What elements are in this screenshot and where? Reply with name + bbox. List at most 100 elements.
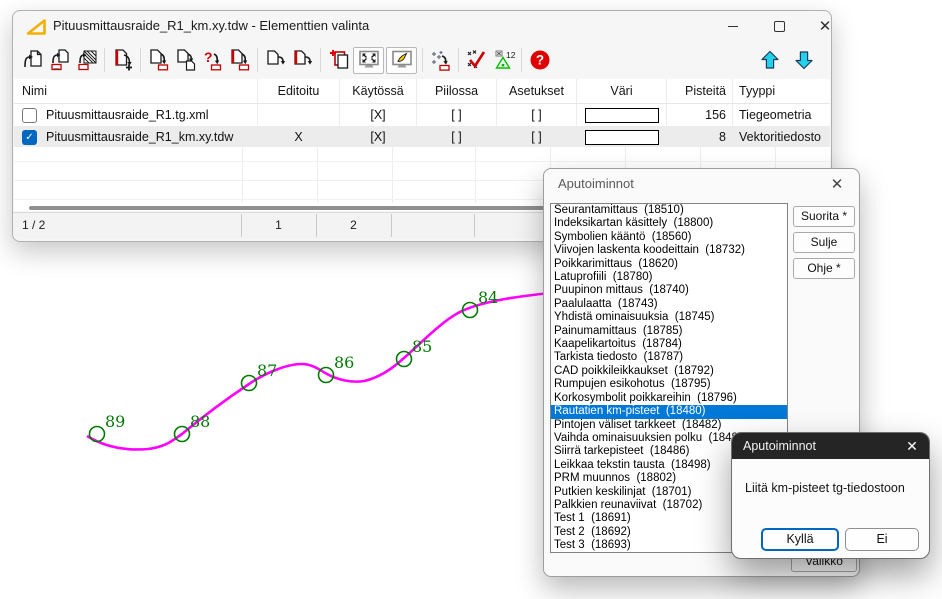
helper-list-item[interactable]: Korkosymbolit poikkareihin (18796) xyxy=(551,392,787,405)
new-file-group-icon[interactable] xyxy=(325,47,352,74)
open-file-icon[interactable] xyxy=(19,47,46,74)
titlebar[interactable]: Pituusmittausraide_R1_km.xy.tdw - Elemen… xyxy=(13,11,831,41)
helper-list-item[interactable]: Puupinon mittaus (18740) xyxy=(551,284,787,297)
maximize-icon xyxy=(774,21,785,32)
color-swatch[interactable] xyxy=(585,130,659,145)
app-logo-icon xyxy=(25,17,47,37)
sulje-button[interactable]: Sulje xyxy=(793,232,855,253)
suorita-button[interactable]: Suorita * xyxy=(793,206,855,227)
km-point-label: 85 xyxy=(412,337,432,356)
open-reference-icon[interactable] xyxy=(73,47,100,74)
toolbar-separator xyxy=(140,48,141,72)
cell-kaytossa[interactable]: [X] xyxy=(340,104,417,126)
dialog-close-button[interactable]: ✕ xyxy=(825,172,849,196)
open-file-element-icon[interactable] xyxy=(46,47,73,74)
table-header[interactable]: Nimi Editoitu Käytössä Piilossa Asetukse… xyxy=(14,79,830,104)
save-file-as-icon[interactable] xyxy=(172,47,199,74)
helper-list-item[interactable]: Rumpujen esikohotus (18795) xyxy=(551,378,787,391)
toolbar-separator xyxy=(521,48,522,72)
editor-window-icon[interactable] xyxy=(386,47,417,74)
write-active-file-icon[interactable] xyxy=(289,47,316,74)
close-icon: ✕ xyxy=(831,175,844,193)
ohje-button[interactable]: Ohje * xyxy=(793,258,855,279)
helper-list-item[interactable]: CAD poikkileikkaukset (18792) xyxy=(551,365,787,378)
confirm-message-box: Aputoiminnot ✕ Liitä km-pisteet tg-tiedo… xyxy=(731,432,930,559)
check-data-icon[interactable] xyxy=(463,47,490,74)
toolbar-separator xyxy=(458,48,459,72)
toolbar-separator xyxy=(320,48,321,72)
col-nimi[interactable]: Nimi xyxy=(14,79,258,103)
helper-list-item[interactable]: Latuprofiili (18780) xyxy=(551,271,787,284)
write-file-icon[interactable] xyxy=(262,47,289,74)
row-checkbox-unchecked[interactable] xyxy=(22,108,37,123)
col-editoitu[interactable]: Editoitu xyxy=(258,79,340,103)
close-icon: ✕ xyxy=(819,17,832,35)
grid-line xyxy=(475,147,476,203)
km-point-label: 88 xyxy=(190,412,210,431)
col-tyyppi[interactable]: Tyyppi xyxy=(733,79,830,103)
cell-kaytossa[interactable]: [X] xyxy=(340,126,417,148)
fit-view-icon[interactable] xyxy=(353,47,384,74)
save-query-icon[interactable]: ? xyxy=(199,47,226,74)
km-point-label: 87 xyxy=(257,361,277,380)
cell-tyyppi: Tiegeometria xyxy=(733,104,830,126)
cell-editoitu: X xyxy=(258,126,340,148)
cell-pisteita: 156 xyxy=(667,104,733,126)
maximize-button[interactable] xyxy=(759,11,799,41)
helper-list-item[interactable]: Seurantamittaus (18510) xyxy=(551,204,787,217)
save-active-file-icon[interactable] xyxy=(226,47,253,74)
helper-list-item[interactable]: Paalulaatta (18743) xyxy=(551,298,787,311)
col-pisteita[interactable]: Pisteitä xyxy=(667,79,733,103)
km-point-circle xyxy=(90,427,105,442)
grid-line xyxy=(317,147,318,203)
file-name: Pituusmittausraide_R1.tg.xml xyxy=(46,108,209,122)
yes-button[interactable]: Kyllä xyxy=(761,528,839,551)
select-points-icon[interactable] xyxy=(427,47,454,74)
messagebox-text: Liitä km-pisteet tg-tiedostoon xyxy=(745,481,905,495)
triangle-model-icon[interactable]: 12 xyxy=(490,47,517,74)
save-file-icon[interactable] xyxy=(145,47,172,74)
cell-piilossa[interactable]: [ ] xyxy=(417,126,497,148)
helper-list-item[interactable]: Rautatien km-pisteet (18480) xyxy=(551,405,787,418)
add-file-icon[interactable] xyxy=(109,47,136,74)
file-name: Pituusmittausraide_R1_km.xy.tdw xyxy=(46,130,233,144)
close-button[interactable]: ✕ xyxy=(805,11,845,41)
toolbar-separator xyxy=(257,48,258,72)
cell-asetukset[interactable]: [ ] xyxy=(497,126,577,148)
col-vari[interactable]: Väri xyxy=(577,79,667,103)
helper-list-item[interactable]: Yhdistä ominaisuuksia (18745) xyxy=(551,311,787,324)
move-up-icon[interactable] xyxy=(756,47,783,74)
messagebox-close-button[interactable]: ✕ xyxy=(901,435,923,457)
helper-list-item[interactable]: Kaapelikartoitus (18784) xyxy=(551,338,787,351)
messagebox-titlebar[interactable]: Aputoiminnot ✕ xyxy=(732,433,929,459)
row-checkbox-checked[interactable]: ✓ xyxy=(22,130,37,145)
cell-piilossa[interactable]: [ ] xyxy=(417,104,497,126)
move-down-icon[interactable] xyxy=(790,47,817,74)
km-point-label: 86 xyxy=(334,353,354,372)
table-row[interactable]: ✓ Pituusmittausraide_R1_km.xy.tdw X [X] … xyxy=(14,126,830,148)
minimize-icon xyxy=(728,26,738,27)
screen: 848586878889 Pituusmittausraide_R1_km.xy… xyxy=(0,0,942,599)
helper-list-item[interactable]: Pintojen väliset tarkkeet (18482) xyxy=(551,419,787,432)
cell-asetukset[interactable]: [ ] xyxy=(497,104,577,126)
help-icon[interactable]: ? xyxy=(526,47,553,74)
table-row[interactable]: Pituusmittausraide_R1.tg.xml [X] [ ] [ ]… xyxy=(14,104,830,126)
minimize-button[interactable] xyxy=(713,11,753,41)
col-asetukset[interactable]: Asetukset xyxy=(497,79,577,103)
helper-list-item[interactable]: Painumamittaus (18785) xyxy=(551,325,787,338)
statusbar-separator xyxy=(474,214,475,237)
col-kaytossa[interactable]: Käytössä xyxy=(340,79,417,103)
toolbar-separator xyxy=(422,48,423,72)
statusbar-separator xyxy=(391,214,392,237)
km-point-label: 84 xyxy=(478,288,498,307)
col-piilossa[interactable]: Piilossa xyxy=(417,79,497,103)
helper-list-item[interactable]: Indeksikartan käsittely (18800) xyxy=(551,217,787,230)
no-button[interactable]: Ei xyxy=(845,528,919,551)
helper-list-item[interactable]: Poikkarimittaus (18620) xyxy=(551,258,787,271)
helper-list-item[interactable]: Tarkista tiedosto (18787) xyxy=(551,351,787,364)
helper-list-item[interactable]: Symbolien kääntö (18560) xyxy=(551,231,787,244)
grid-line xyxy=(242,147,243,203)
helper-list-item[interactable]: Viivojen laskenta koodeittain (18732) xyxy=(551,244,787,257)
color-swatch[interactable] xyxy=(585,108,659,123)
svg-text:12: 12 xyxy=(506,50,516,60)
